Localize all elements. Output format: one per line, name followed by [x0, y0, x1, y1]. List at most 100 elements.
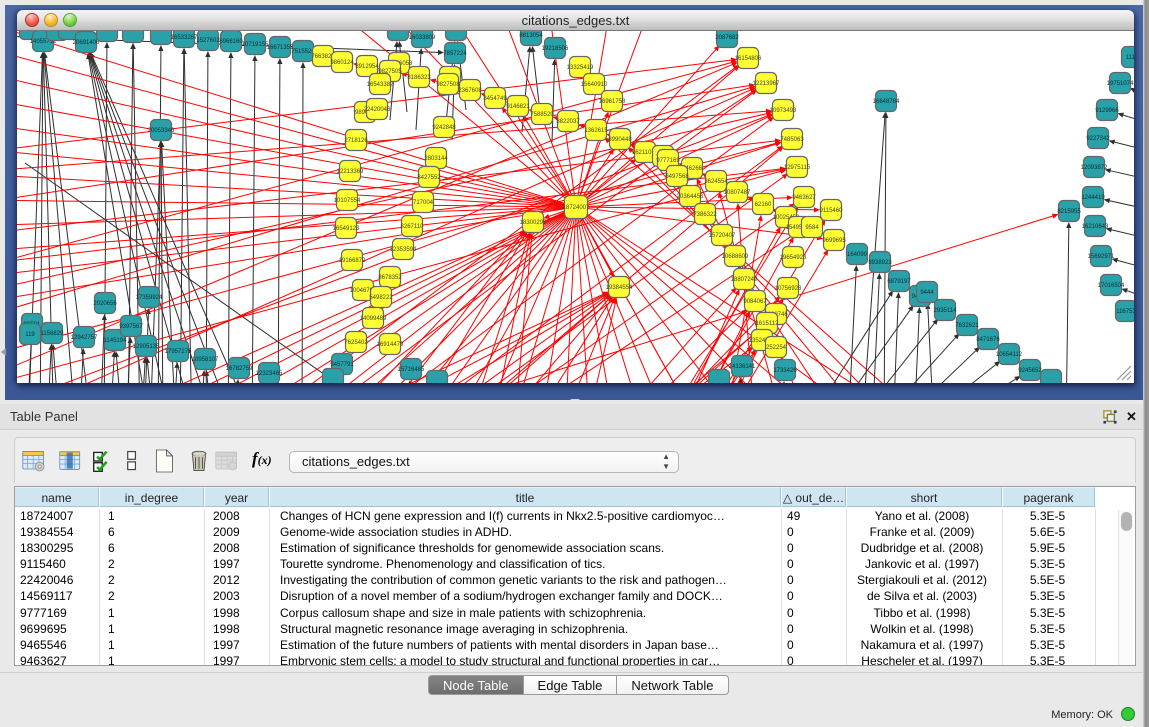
svg-text:1244419: 1244419: [1081, 195, 1105, 201]
svg-text:10107554: 10107554: [334, 198, 361, 204]
svg-text:17016504: 17016504: [1098, 283, 1125, 289]
svg-text:20053346: 20053346: [148, 128, 175, 134]
svg-text:5498222: 5498222: [369, 295, 393, 301]
svg-text:8215955: 8215955: [1057, 209, 1081, 215]
svg-text:1615112: 1615112: [756, 321, 780, 327]
svg-text:14136141: 14136141: [729, 364, 756, 370]
svg-text:1145194: 1145194: [104, 338, 128, 344]
svg-text:7632621: 7632621: [955, 323, 979, 329]
svg-text:19654923: 19654923: [780, 255, 807, 261]
svg-text:17957275: 17957275: [165, 349, 192, 355]
svg-text:16961758: 16961758: [599, 99, 626, 105]
svg-text:8912954: 8912954: [355, 64, 379, 70]
svg-text:9084067: 9084067: [743, 299, 767, 305]
svg-text:1112: 1112: [1126, 55, 1134, 61]
svg-text:7588520: 7588520: [530, 112, 554, 118]
svg-text:20691406: 20691406: [73, 40, 100, 46]
svg-text:10973493: 10973493: [770, 108, 797, 114]
svg-text:8427552: 8427552: [417, 175, 441, 181]
svg-text:12213369: 12213369: [337, 169, 364, 175]
svg-text:9827508: 9827508: [436, 82, 460, 88]
svg-text:62160: 62160: [755, 202, 772, 208]
svg-text:1362615: 1362615: [584, 128, 608, 134]
svg-text:717004: 717004: [413, 200, 434, 206]
svg-text:8938923: 8938923: [868, 260, 892, 266]
svg-text:16648784: 16648784: [873, 99, 900, 105]
svg-text:3624554: 3624554: [704, 179, 728, 185]
svg-text:19751074: 19751074: [1107, 81, 1134, 87]
svg-text:7386322: 7386322: [693, 212, 717, 218]
svg-text:1527602: 1527602: [196, 38, 220, 44]
svg-text:10688609: 10688609: [722, 254, 749, 260]
svg-text:252254: 252254: [766, 345, 787, 351]
svg-text:6879197: 6879197: [887, 279, 911, 285]
svg-text:10719155: 10719155: [242, 42, 269, 48]
svg-text:12975115: 12975115: [784, 165, 811, 171]
svg-text:10756928: 10756928: [775, 286, 802, 292]
svg-text:16671355: 16671355: [267, 45, 294, 51]
svg-text:2935114: 2935114: [934, 308, 958, 314]
svg-text:1156829: 1156829: [41, 331, 65, 337]
svg-text:9584: 9584: [805, 225, 819, 231]
svg-text:16154806: 16154806: [735, 56, 762, 62]
svg-text:9444: 9444: [920, 290, 934, 296]
svg-text:6497568: 6497568: [665, 174, 689, 180]
svg-text:9777169: 9777169: [656, 158, 680, 164]
svg-text:7857224: 7857224: [443, 51, 467, 57]
svg-text:12323465: 12323465: [256, 371, 283, 377]
svg-text:16533267: 16533267: [171, 35, 198, 41]
svg-text:1733426: 1733426: [773, 368, 797, 374]
svg-text:20364456: 20364456: [677, 194, 704, 200]
svg-text:19166872: 19166872: [339, 258, 366, 264]
svg-text:13325419: 13325419: [567, 65, 594, 71]
svg-text:8267110: 8267110: [401, 224, 425, 230]
svg-text:18807249: 18807249: [731, 277, 758, 283]
svg-text:7625402: 7625402: [344, 340, 368, 346]
svg-text:15716485: 15716485: [398, 367, 425, 373]
svg-text:116753: 116753: [1116, 309, 1134, 315]
svg-text:9245652: 9245652: [1018, 368, 1042, 374]
svg-text:19218506: 19218506: [542, 46, 569, 52]
svg-text:8990448: 8990448: [608, 137, 632, 143]
svg-text:2087682: 2087682: [715, 35, 739, 41]
svg-text:6966160: 6966160: [219, 39, 243, 45]
svg-text:8678352: 8678352: [378, 275, 402, 281]
svg-text:16033809: 16033809: [409, 35, 436, 41]
svg-text:18300295: 18300295: [520, 220, 547, 226]
svg-text:16210643: 16210643: [1082, 224, 1109, 230]
svg-text:9397567: 9397567: [119, 324, 143, 330]
svg-text:8454749: 8454749: [483, 96, 507, 102]
svg-text:2020656: 2020656: [93, 301, 117, 307]
svg-text:9242848: 9242848: [432, 125, 456, 131]
svg-text:16549123: 16549123: [333, 226, 360, 232]
svg-text:2718126: 2718126: [344, 138, 368, 144]
svg-text:9129966: 9129966: [1095, 108, 1119, 114]
svg-text:9860124: 9860124: [330, 60, 354, 66]
svg-text:10654112: 10654112: [996, 352, 1023, 358]
svg-text:16543382: 16543382: [367, 82, 394, 88]
svg-text:7485063: 7485063: [780, 137, 804, 143]
svg-text:8186323: 8186323: [407, 75, 431, 81]
svg-text:9227342: 9227342: [1086, 136, 1110, 142]
svg-text:18724007: 18724007: [563, 205, 590, 211]
svg-text:2803144: 2803144: [424, 156, 448, 162]
svg-text:2367608: 2367608: [458, 88, 482, 94]
svg-text:8822037: 8822037: [556, 119, 580, 125]
svg-text:9146821: 9146821: [506, 104, 530, 110]
svg-text:119: 119: [25, 332, 35, 338]
svg-text:9115460: 9115460: [820, 208, 844, 214]
svg-text:9463627: 9463627: [792, 195, 816, 201]
svg-text:17359924: 17359924: [136, 295, 163, 301]
svg-text:15692971: 15692971: [1088, 254, 1115, 260]
svg-text:16782759: 16782759: [226, 366, 253, 372]
svg-text:16914479: 16914479: [377, 342, 404, 348]
svg-text:12942757: 12942757: [71, 335, 98, 341]
svg-text:9699695: 9699695: [822, 238, 846, 244]
svg-text:10958107: 10958107: [192, 357, 219, 363]
svg-text:10807487: 10807487: [724, 190, 751, 196]
svg-text:15720407: 15720407: [709, 233, 736, 239]
svg-text:164099: 164099: [847, 252, 868, 258]
svg-text:9457791: 9457791: [330, 362, 354, 368]
svg-text:12905135: 12905135: [133, 344, 160, 350]
svg-text:19384554: 19384554: [606, 285, 633, 291]
